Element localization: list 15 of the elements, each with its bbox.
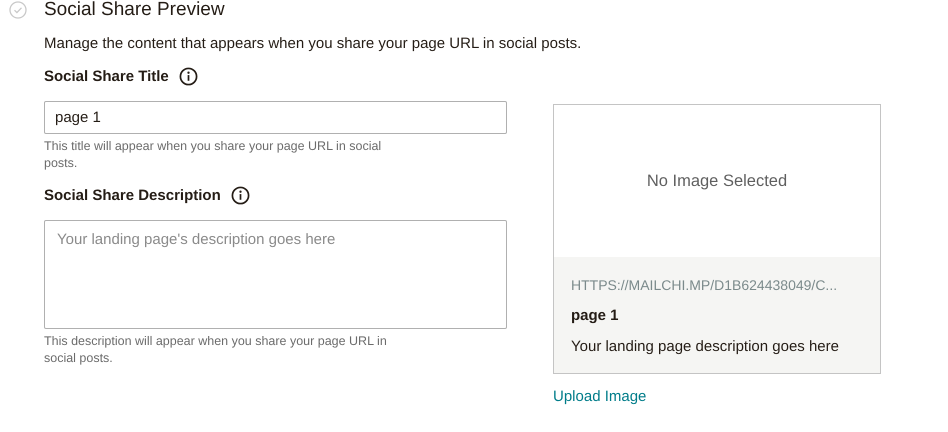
- preview-url: HTTPS://MAILCHI.MP/D1B624438049/C...: [571, 277, 838, 293]
- description-field[interactable]: Your landing page's description goes here: [44, 220, 507, 329]
- field-label: Social Share Title: [44, 68, 169, 84]
- section-description: Manage the content that appears when you share your page URL in social posts.: [44, 35, 582, 52]
- image-placeholder-text: No Image Selected: [646, 172, 788, 190]
- preview-title: page 1: [571, 307, 620, 324]
- help-text: This title will appear when you share your page URL in social posts.: [44, 138, 382, 172]
- preview-description: Your landing page description goes here: [571, 338, 840, 355]
- info-icon[interactable]: [178, 66, 198, 86]
- section-title: Social Share Preview: [44, 0, 225, 21]
- title-field[interactable]: page 1: [44, 101, 507, 134]
- help-text: This description will appear when you share your page URL in social posts.: [44, 333, 388, 367]
- field-label: Social Share Description: [44, 186, 221, 204]
- upload-image-link[interactable]: Upload Image: [553, 388, 646, 405]
- info-icon[interactable]: [230, 186, 250, 204]
